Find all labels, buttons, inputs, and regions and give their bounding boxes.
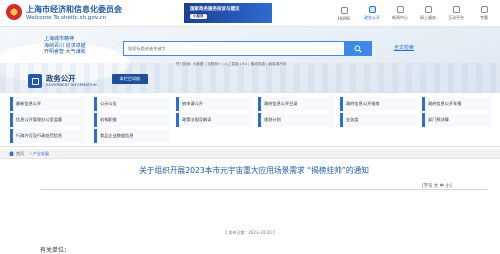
- full-text-search-link[interactable]: 全文检索: [394, 44, 414, 51]
- search-box: [123, 41, 346, 56]
- category-link[interactable]: 食品企业数据信息: [94, 129, 170, 143]
- search-button[interactable]: [344, 41, 372, 56]
- search-input[interactable]: [124, 42, 344, 55]
- nav-label: 互动平台: [448, 15, 464, 20]
- top-nav: HOME 政务公开 新闻中心 网上服务 互动平台 专题: [330, 0, 498, 27]
- nav-topic[interactable]: 专题: [470, 0, 498, 27]
- section-subtitle: GOVERMENT INFORMATION: [46, 83, 97, 87]
- home-icon: [340, 6, 348, 14]
- search-icon: [354, 44, 362, 53]
- breadcrumb-separator: >: [29, 151, 33, 156]
- nav-label: 新闻中心: [392, 15, 408, 20]
- article-salutation: 有关单位：: [40, 247, 71, 254]
- national-emblem-logo[interactable]: [6, 4, 22, 20]
- city-spirit-line: 开明睿智 大气谦和: [44, 49, 86, 55]
- nav-news[interactable]: 新闻中心: [386, 0, 414, 27]
- divider: [40, 189, 488, 190]
- city-spirit: 上海城市精神 海纳百川 追求卓越 开明睿智 大气谦和: [44, 36, 86, 56]
- category-link[interactable]: 行政许可及行政处罚信息: [10, 129, 86, 143]
- nav-label: 网上服务: [420, 15, 436, 20]
- banner-title: 国家政务服务投诉与建议: [190, 7, 240, 12]
- chat-icon: [452, 6, 460, 13]
- category-link[interactable]: 政府信息公开目录: [258, 97, 334, 111]
- column-nav-button[interactable]: 本栏目导航: [112, 74, 148, 84]
- publish-date: 【 发布日期：2023-10-20 】: [223, 230, 277, 235]
- home-icon: [9, 151, 14, 156]
- doc-icon: [368, 6, 376, 13]
- category-link[interactable]: 信息公开管理办公室监督: [10, 113, 86, 127]
- news-icon: [396, 6, 404, 13]
- banner-sub: 小程序: [190, 14, 207, 19]
- nav-label: 专题: [480, 15, 488, 20]
- category-link[interactable]: 政策法规及解读: [176, 113, 252, 127]
- category-link[interactable]: 最新信息公开: [10, 97, 86, 111]
- category-link[interactable]: 规划计划: [258, 113, 334, 127]
- category-grid: 最新信息公开 公示公告 依申请公开 政府信息公开目录 政府信息公开指南 政府信息…: [0, 93, 500, 147]
- nav-home[interactable]: HOME: [330, 0, 358, 27]
- nav-gov-affairs[interactable]: 政务公开: [358, 0, 386, 27]
- category-link[interactable]: 业务类: [340, 113, 416, 127]
- breadcrumb: 首页 > 产业发展: [0, 149, 500, 159]
- site-header: 上海市经济和信息化委员会 Welcome To sheitc.sh.gov.cn…: [0, 0, 500, 27]
- nav-interaction[interactable]: 互动平台: [442, 0, 470, 27]
- topic-icon: [480, 6, 488, 13]
- hero-banner: 上海城市精神 海纳百川 追求卓越 开明睿智 大气谦和 全文检索 热门搜索: 大数…: [0, 27, 500, 93]
- gov-info-icon: [28, 74, 42, 88]
- service-icon: [424, 6, 432, 13]
- site-url: Welcome To sheitc.sh.gov.cn: [26, 15, 107, 21]
- category-link[interactable]: 机构职能: [94, 113, 170, 127]
- site-title[interactable]: 上海市经济和信息化委员会: [26, 4, 122, 15]
- category-link[interactable]: 政府信息公开指南: [340, 97, 416, 111]
- article-title: 关于组织开展2023本市元宇宙重大应用场景需求 “揭榜挂帅”的通知: [139, 166, 369, 175]
- category-link[interactable]: 政府信息公开年报: [422, 97, 492, 111]
- nav-online-service[interactable]: 网上服务: [414, 0, 442, 27]
- category-link[interactable]: 部门预决算: [422, 113, 492, 127]
- category-link[interactable]: 依申请公开: [176, 97, 252, 111]
- nav-label: 政务公开: [364, 15, 380, 20]
- hot-search-words[interactable]: 热门搜索: 大数据 | 互联网+ | 人工智能 | 5G | 集成电路 | 新能…: [176, 62, 287, 67]
- category-link[interactable]: 公示公告: [94, 97, 170, 111]
- breadcrumb-home[interactable]: 首页: [16, 151, 24, 157]
- nav-label: HOME: [337, 15, 351, 21]
- complaint-banner[interactable]: 国家政务服务投诉与建议 小程序: [184, 3, 272, 23]
- breadcrumb-current[interactable]: 产业发展: [33, 151, 49, 157]
